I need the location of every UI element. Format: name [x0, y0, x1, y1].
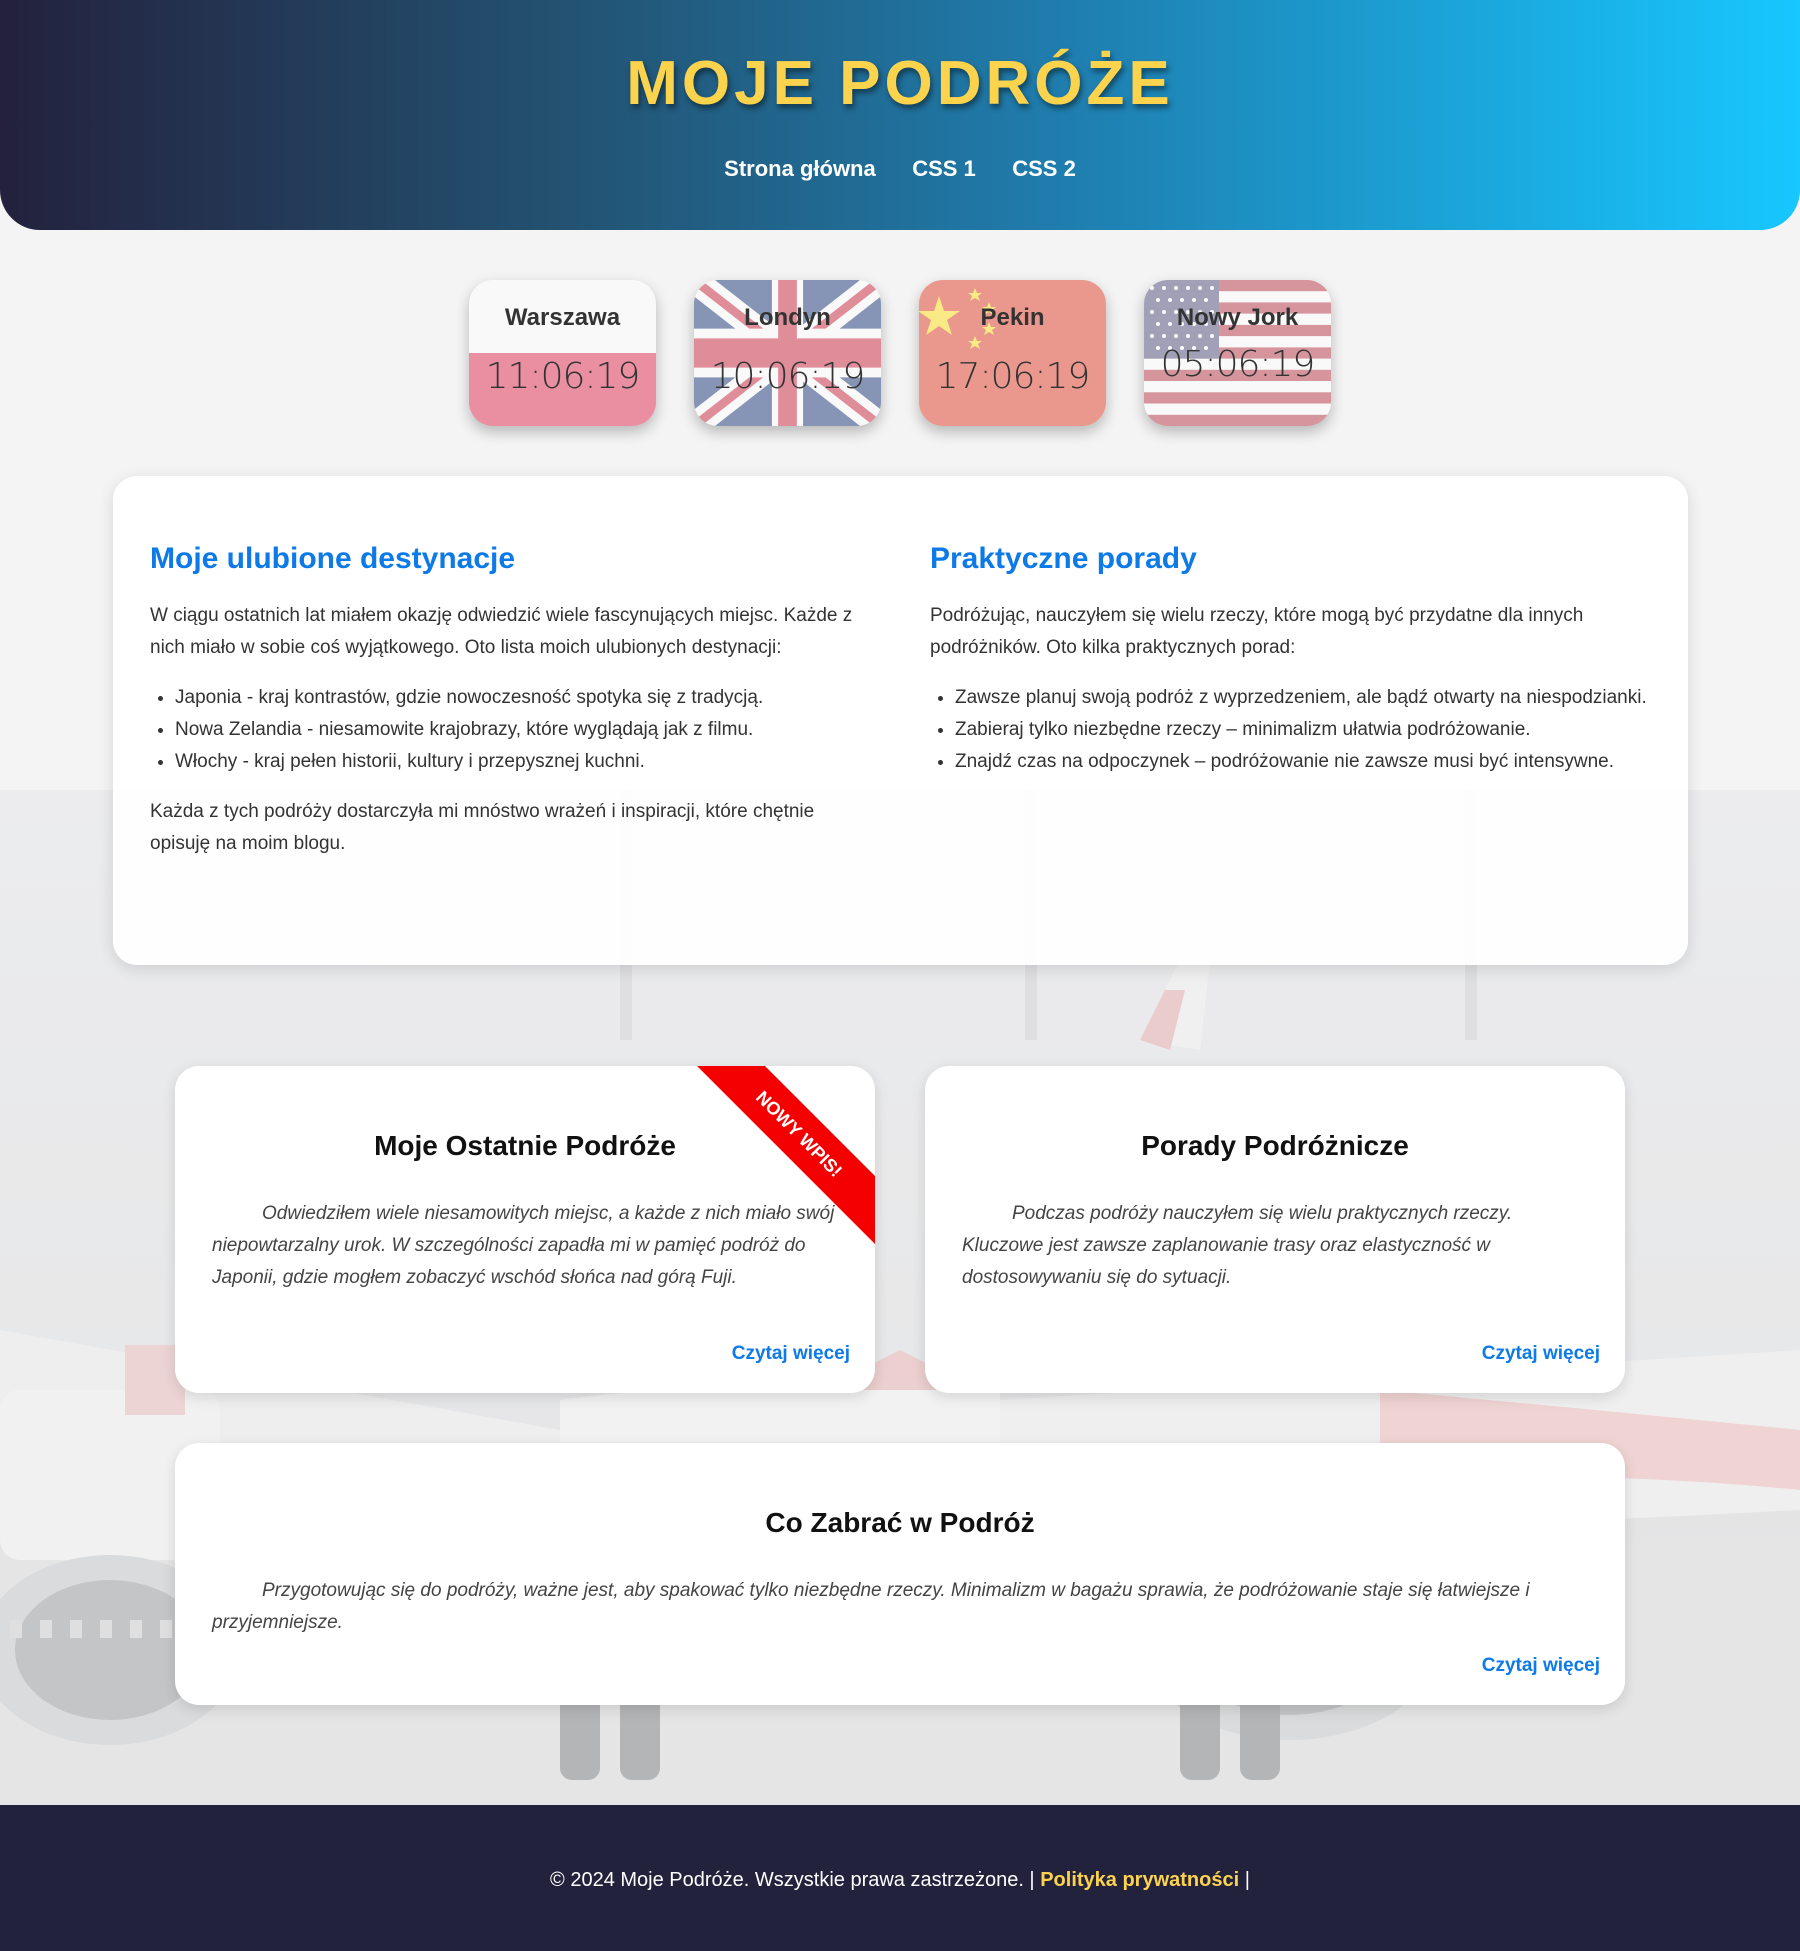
- copyright-text: © 2024 Moje Podróże. Wszystkie prawa zas…: [550, 1869, 1035, 1891]
- nav-home[interactable]: Strona główna: [724, 156, 876, 182]
- card-title: Moje Ostatnie Podróże: [374, 1130, 676, 1161]
- nav-css1[interactable]: CSS 1: [912, 156, 976, 182]
- practical-tips: Praktyczne porady Podróżując, nauczyłem …: [930, 542, 1650, 796]
- card-text: Podczas podróży nauczyłem się wielu prak…: [962, 1203, 1513, 1288]
- card-text: Przygotowując się do podróży, ważne jest…: [212, 1580, 1530, 1633]
- favorite-destinations-heading: Moje ulubione destynacje: [150, 542, 516, 575]
- clock-city: Pekin: [980, 304, 1045, 331]
- info-panel: Moje ulubione destynacje W ciągu ostatni…: [113, 476, 1688, 965]
- nav-css2[interactable]: CSS 2: [1012, 156, 1076, 182]
- footer-separator: |: [1244, 1869, 1250, 1891]
- world-clocks: Warszawa 11:06:19 Londyn 10:06:19 Pekin …: [469, 280, 1331, 426]
- clock-londyn: Londyn 10:06:19: [694, 280, 881, 426]
- site-footer: © 2024 Moje Podróże. Wszystkie prawa zas…: [0, 1805, 1800, 1951]
- clock-city: Warszawa: [504, 304, 621, 331]
- favorite-destinations-outro: Każda z tych podróży dostarczyła mi mnós…: [150, 801, 815, 854]
- list-item: Włochy - kraj pełen historii, kultury i …: [175, 746, 870, 778]
- tips-list: Zawsze planuj swoją podróż z wyprzedzeni…: [930, 682, 1650, 778]
- privacy-policy-link[interactable]: Polityka prywatności: [1040, 1869, 1239, 1891]
- list-item: Znajdź czas na odpoczynek – podróżowanie…: [955, 746, 1650, 778]
- poland-flag-icon: [469, 280, 656, 426]
- list-item: Japonia - kraj kontrastów, gdzie nowocze…: [175, 682, 870, 714]
- clock-city: Nowy Jork: [1176, 304, 1299, 331]
- clock-time: 11:06:19: [485, 356, 641, 397]
- favorite-destinations-intro: W ciągu ostatnich lat miałem okazję odwi…: [150, 605, 853, 658]
- card-travel-tips: Porady Podróżnicze Podczas podróży naucz…: [925, 1066, 1625, 1393]
- footer-text: © 2024 Moje Podróże. Wszystkie prawa zas…: [0, 1869, 1800, 1892]
- card-title: Co Zabrać w Podróż: [765, 1507, 1035, 1538]
- list-item: Nowa Zelandia - niesamowite krajobrazy, …: [175, 714, 870, 746]
- clock-warszawa: Warszawa 11:06:19: [469, 280, 656, 426]
- read-more-link[interactable]: Czytaj więcej: [1482, 1655, 1600, 1677]
- clock-pekin: Pekin 17:06:19: [919, 280, 1106, 426]
- united-kingdom-flag-icon: [694, 280, 881, 426]
- card-recent-trips: NOWY WPIS! Moje Ostatnie Podróże Odwiedz…: [175, 1066, 875, 1393]
- clock-time: 05:06:19: [1160, 344, 1316, 385]
- read-more-link[interactable]: Czytaj więcej: [1482, 1343, 1600, 1365]
- clock-city: Londyn: [744, 304, 831, 331]
- read-more-link[interactable]: Czytaj więcej: [732, 1343, 850, 1365]
- practical-tips-heading: Praktyczne porady: [930, 542, 1197, 575]
- clock-nowy-jork: Nowy Jork 05:06:19: [1144, 280, 1331, 426]
- card-text: Odwiedziłem wiele niesamowitych miejsc, …: [212, 1203, 835, 1288]
- site-header: MOJE PODRÓŻE Strona główna CSS 1 CSS 2: [0, 0, 1800, 230]
- main-nav: Strona główna CSS 1 CSS 2: [0, 156, 1800, 182]
- list-item: Zawsze planuj swoją podróż z wyprzedzeni…: [955, 682, 1650, 714]
- china-flag-icon: [919, 280, 1106, 426]
- practical-tips-intro: Podróżując, nauczyłem się wielu rzeczy, …: [930, 605, 1584, 658]
- destinations-list: Japonia - kraj kontrastów, gdzie nowocze…: [150, 682, 870, 778]
- list-item: Zabieraj tylko niezbędne rzeczy – minima…: [955, 714, 1650, 746]
- favorite-destinations: Moje ulubione destynacje W ciągu ostatni…: [150, 542, 870, 878]
- card-what-to-pack: Co Zabrać w Podróż Przygotowując się do …: [175, 1443, 1625, 1705]
- site-title: MOJE PODRÓŻE: [626, 49, 1174, 118]
- clock-time: 10:06:19: [710, 356, 866, 397]
- card-title: Porady Podróżnicze: [1141, 1130, 1409, 1161]
- clock-time: 17:06:19: [935, 356, 1091, 397]
